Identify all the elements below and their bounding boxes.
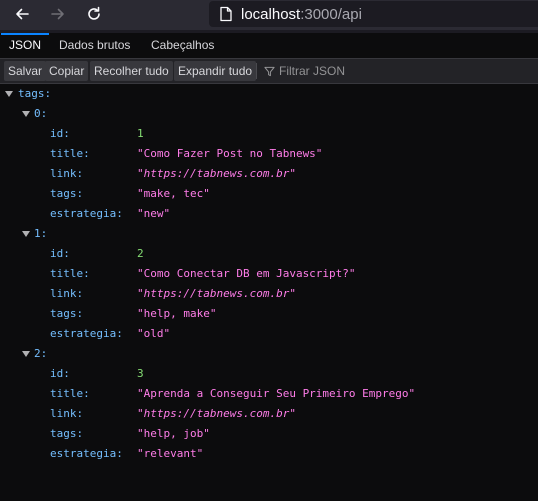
forward-button[interactable] bbox=[44, 1, 72, 27]
field-value: "Como Fazer Post no Tabnews" bbox=[137, 147, 323, 160]
filter-json-input[interactable]: Filtrar JSON bbox=[264, 61, 345, 81]
field-value: "help, job" bbox=[137, 427, 210, 440]
field-value: "old" bbox=[137, 327, 171, 340]
field-value: 2 bbox=[137, 247, 144, 260]
collapse-all-button[interactable]: Recolher tudo bbox=[90, 61, 173, 81]
field-key: link: bbox=[50, 407, 84, 420]
field-value: "make, tec" bbox=[137, 187, 210, 200]
field-value: "help, make" bbox=[137, 307, 217, 320]
field-key: tags: bbox=[50, 427, 84, 440]
expand-all-button[interactable]: Expandir tudo bbox=[174, 61, 257, 81]
array-index[interactable]: 1: bbox=[34, 224, 47, 244]
url-path: :3000/api bbox=[300, 5, 362, 23]
array-index[interactable]: 2: bbox=[34, 344, 47, 364]
expand-toggle-icon[interactable] bbox=[22, 231, 30, 237]
field-value: "new" bbox=[137, 207, 171, 220]
field-key: estrategia: bbox=[50, 207, 123, 220]
json-tree: tags: 0: id: 1 title: "Como Fazer Post n… bbox=[0, 84, 538, 501]
reload-icon bbox=[88, 6, 100, 20]
browser-toolbar: localhost:3000/api bbox=[0, 0, 538, 30]
field-key: title: bbox=[50, 387, 90, 400]
page-icon bbox=[219, 6, 233, 22]
field-key: tags: bbox=[50, 307, 84, 320]
tab-json[interactable]: JSON bbox=[1, 33, 50, 58]
field-value: "relevant" bbox=[137, 447, 204, 460]
field-key: link: bbox=[50, 287, 84, 300]
json-toolbar: Salvar Copiar Recolher tudo Expandir tud… bbox=[0, 59, 538, 84]
root-key[interactable]: tags: bbox=[18, 84, 51, 104]
field-key: tags: bbox=[50, 187, 84, 200]
toolbar-divider bbox=[256, 63, 257, 79]
url-host: localhost bbox=[241, 5, 301, 23]
field-key: id: bbox=[50, 127, 70, 140]
copy-button[interactable]: Copiar bbox=[45, 61, 89, 81]
field-key: id: bbox=[50, 247, 70, 260]
save-button[interactable]: Salvar bbox=[4, 61, 47, 81]
back-button[interactable] bbox=[8, 1, 36, 27]
back-arrow-icon bbox=[16, 8, 29, 20]
link-value[interactable]: "https://tabnews.com.br" bbox=[137, 164, 296, 184]
link-value[interactable]: "https://tabnews.com.br" bbox=[137, 404, 296, 424]
field-value: 1 bbox=[137, 127, 144, 140]
address-bar[interactable]: localhost:3000/api bbox=[209, 1, 538, 27]
field-key: link: bbox=[50, 167, 84, 180]
field-key: title: bbox=[50, 147, 90, 160]
tab-raw-data[interactable]: Dados brutos bbox=[51, 33, 138, 58]
reload-button[interactable] bbox=[80, 1, 108, 27]
field-key: estrategia: bbox=[50, 447, 123, 460]
forward-arrow-icon bbox=[51, 8, 64, 20]
filter-placeholder: Filtrar JSON bbox=[279, 64, 345, 78]
filter-icon bbox=[264, 66, 275, 76]
tab-headers[interactable]: Cabeçalhos bbox=[143, 33, 222, 58]
expand-toggle-icon[interactable] bbox=[22, 351, 30, 357]
field-value: "Como Conectar DB em Javascript?" bbox=[137, 267, 356, 280]
expand-toggle-icon[interactable] bbox=[5, 91, 13, 97]
field-key: id: bbox=[50, 367, 70, 380]
link-value[interactable]: "https://tabnews.com.br" bbox=[137, 284, 296, 304]
field-value: 3 bbox=[137, 367, 144, 380]
field-value: "Aprenda a Conseguir Seu Primeiro Empreg… bbox=[137, 387, 416, 400]
field-key: title: bbox=[50, 267, 90, 280]
field-key: estrategia: bbox=[50, 327, 123, 340]
viewer-tabs: JSON Dados brutos Cabeçalhos bbox=[0, 33, 538, 59]
array-index[interactable]: 0: bbox=[34, 104, 47, 124]
expand-toggle-icon[interactable] bbox=[22, 111, 30, 117]
